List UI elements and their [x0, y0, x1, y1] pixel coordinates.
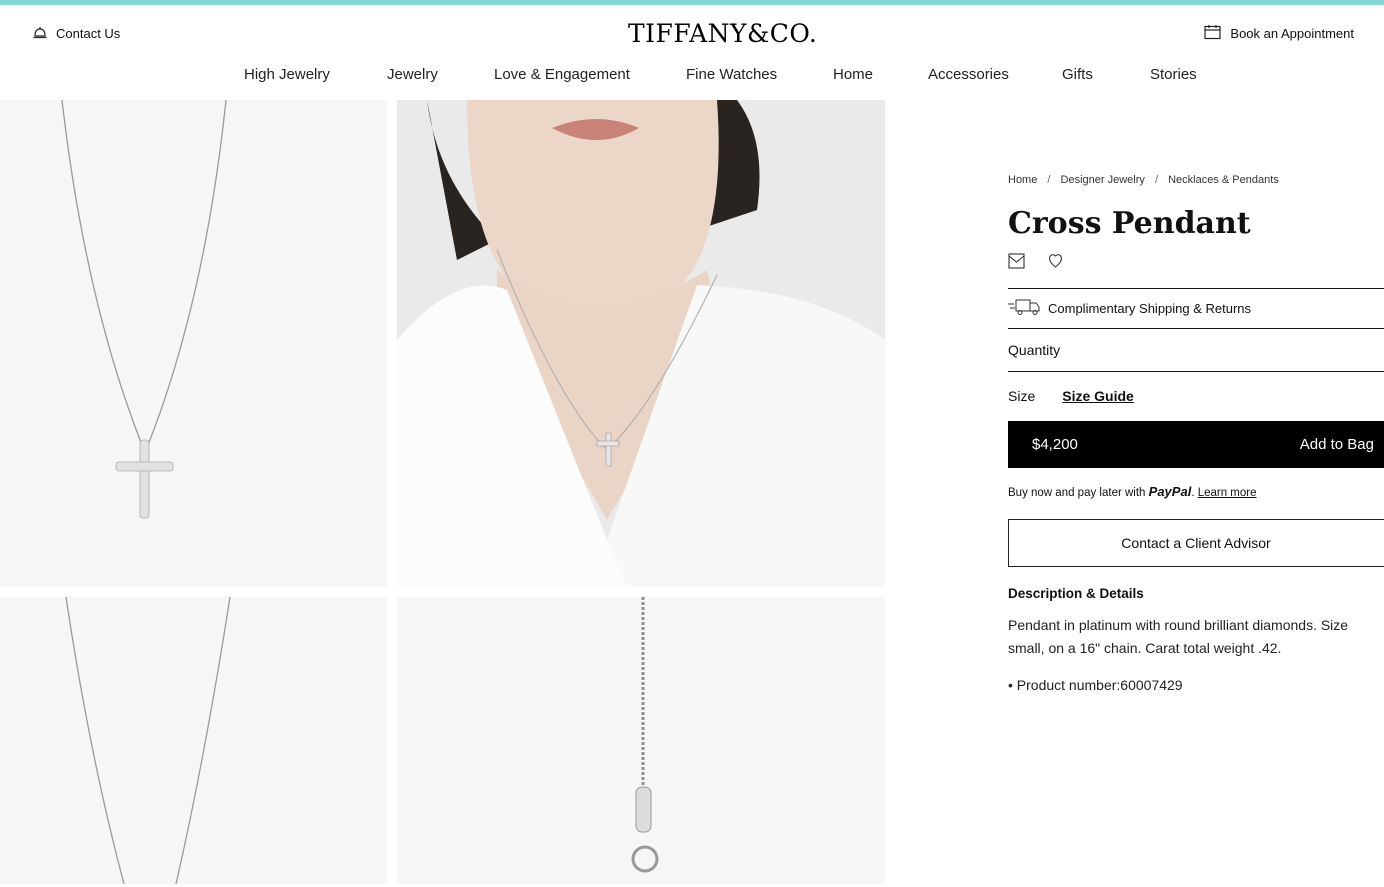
contact-us-link[interactable]: Contact Us — [32, 24, 120, 43]
size-row: Size Size Guide — [1008, 388, 1134, 404]
description-title: Description & Details — [1008, 586, 1144, 601]
book-appointment-label: Book an Appointment — [1230, 26, 1354, 41]
product-number-label: • Product number: — [1008, 677, 1121, 693]
shipping-label: Complimentary Shipping & Returns — [1048, 301, 1252, 316]
truck-icon — [1008, 298, 1040, 319]
main-nav: High Jewelry Jewelry Love & Engagement F… — [0, 66, 1384, 90]
nav-jewelry[interactable]: Jewelry — [387, 66, 438, 83]
nav-accessories[interactable]: Accessories — [928, 66, 1009, 83]
description-text: Pendant in platinum with round brilliant… — [1008, 617, 1349, 656]
add-to-bag-label: Add to Bag — [1299, 436, 1374, 453]
contact-us-label: Contact Us — [56, 26, 121, 41]
bell-icon — [32, 24, 48, 43]
quantity-label: Quantity — [1008, 342, 1061, 358]
product-number: • Product number:60007429 — [1008, 677, 1183, 693]
product-details-panel: Home / Designer Jewelry / Necklaces & Pe… — [1008, 100, 1384, 887]
product-image-model[interactable] — [397, 100, 885, 587]
product-title: Cross Pendant — [1008, 206, 1251, 241]
paypal-prefix: Buy now and pay later with — [1008, 487, 1146, 499]
quantity-row[interactable]: Quantity — [1008, 328, 1384, 372]
product-image-clasp[interactable] — [397, 597, 885, 884]
breadcrumb-home[interactable]: Home — [1008, 174, 1037, 186]
product-action-icons — [1008, 252, 1064, 269]
size-guide-link[interactable]: Size Guide — [1062, 388, 1134, 404]
breadcrumb-necklaces-pendants[interactable]: Necklaces & Pendants — [1168, 174, 1279, 186]
breadcrumb: Home / Designer Jewelry / Necklaces & Pe… — [1008, 174, 1279, 186]
breadcrumb-separator: / — [1047, 174, 1051, 186]
breadcrumb-separator: / — [1154, 174, 1159, 186]
price: $4,200 — [1032, 436, 1078, 453]
breadcrumb-designer-jewelry[interactable]: Designer Jewelry — [1061, 174, 1145, 186]
gift-box-icon[interactable] — [1008, 252, 1025, 269]
heart-icon[interactable] — [1047, 252, 1064, 269]
contact-advisor-button[interactable]: Contact a Client Advisor — [1008, 519, 1384, 567]
calendar-icon — [1204, 24, 1222, 43]
paypal-message: Buy now and pay later with PayPal. Learn… — [1008, 484, 1257, 499]
add-to-bag-button[interactable]: $4,200 Add to Bag — [1008, 421, 1384, 468]
paypal-logo: PayPal — [1148, 484, 1192, 499]
shipping-row[interactable]: Complimentary Shipping & Returns — [1008, 288, 1384, 328]
size-label: Size — [1008, 388, 1036, 404]
product-number-value: 60007429 — [1120, 677, 1183, 693]
product-gallery — [0, 100, 885, 884]
paypal-learn-more-link[interactable]: Learn more — [1198, 487, 1257, 499]
tiffany-logo[interactable]: TIFFANY&CO. — [628, 19, 817, 48]
product-image-front[interactable] — [0, 100, 387, 587]
product-image-chain[interactable] — [0, 597, 387, 884]
nav-high-jewelry[interactable]: High Jewelry — [244, 66, 330, 83]
nav-love-engagement[interactable]: Love & Engagement — [494, 66, 630, 83]
book-appointment-link[interactable]: Book an Appointment — [1204, 24, 1354, 43]
nav-fine-watches[interactable]: Fine Watches — [686, 66, 777, 83]
nav-home[interactable]: Home — [833, 66, 873, 83]
nav-stories[interactable]: Stories — [1150, 66, 1197, 83]
site-header: Contact Us TIFFANY&CO. Book an Appointme… — [0, 5, 1384, 100]
nav-gifts[interactable]: Gifts — [1062, 66, 1093, 83]
